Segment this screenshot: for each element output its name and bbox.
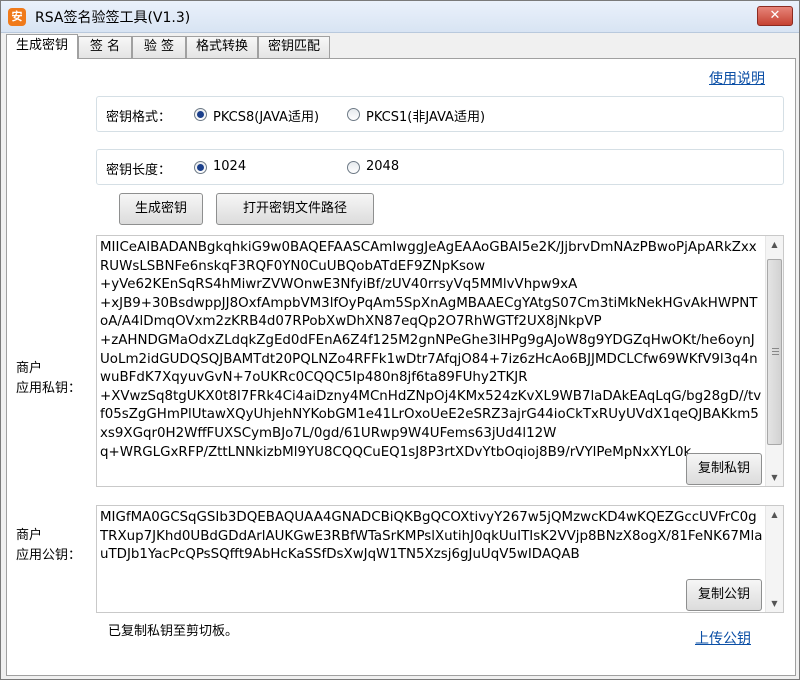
radio-pkcs1[interactable]: [347, 108, 360, 121]
copy-private-key-button[interactable]: 复制私钥: [686, 453, 762, 485]
generate-keys-panel: 使用说明 密钥格式： PKCS8(JAVA适用) PKCS1(非JAVA适用) …: [6, 58, 796, 676]
generate-keys-button[interactable]: 生成密钥: [119, 193, 203, 225]
scroll-up-icon[interactable]: ▲: [766, 506, 783, 523]
grip-icon: [772, 348, 779, 355]
scroll-down-icon[interactable]: ▼: [766, 595, 783, 612]
copy-public-key-button[interactable]: 复制公钥: [686, 579, 762, 611]
public-key-scrollbar[interactable]: ▲ ▼: [765, 506, 783, 612]
tab-key-match[interactable]: 密钥匹配: [258, 36, 330, 58]
help-link[interactable]: 使用说明: [709, 68, 765, 88]
key-format-label: 密钥格式：: [106, 110, 172, 125]
window-title: RSA签名验签工具(V1.3): [35, 10, 191, 26]
scroll-up-icon[interactable]: ▲: [766, 236, 783, 253]
key-format-group: 密钥格式： PKCS8(JAVA适用) PKCS1(非JAVA适用): [96, 96, 784, 132]
app-window: 安 RSA签名验签工具(V1.3) ✕ 生成密钥 签 名 验 签 格式转换 密钥…: [0, 0, 800, 680]
title-bar: 安 RSA签名验签工具(V1.3) ✕: [1, 1, 799, 33]
open-key-path-button[interactable]: 打开密钥文件路径: [216, 193, 374, 225]
radio-pkcs8-label[interactable]: PKCS8(JAVA适用): [213, 106, 319, 125]
app-icon: 安: [8, 8, 26, 26]
key-length-group: 密钥长度： 1024 2048: [96, 149, 784, 185]
tab-sign[interactable]: 签 名: [78, 36, 132, 58]
private-key-textarea[interactable]: MIICeAIBADANBgkqhkiG9w0BAQEFAASCAmIwggJe…: [96, 235, 784, 487]
private-key-scroll-thumb[interactable]: [767, 259, 782, 445]
upload-public-key-link[interactable]: 上传公钥: [695, 628, 751, 648]
radio-2048-label[interactable]: 2048: [366, 159, 399, 174]
public-key-value[interactable]: MIGfMA0GCSqGSIb3DQEBAQUAA4GNADCBiQKBgQCO…: [100, 509, 763, 609]
tab-format-convert[interactable]: 格式转换: [186, 36, 258, 58]
radio-1024[interactable]: [194, 161, 207, 174]
status-message: 已复制私钥至剪切板。: [108, 624, 239, 639]
radio-2048[interactable]: [347, 161, 360, 174]
private-key-label: 商户 应用私钥：: [16, 361, 82, 396]
tab-generate-keys[interactable]: 生成密钥: [6, 34, 78, 59]
tab-verify[interactable]: 验 签: [132, 36, 186, 58]
key-length-label: 密钥长度：: [106, 163, 172, 178]
private-key-value[interactable]: MIICeAIBADANBgkqhkiG9w0BAQEFAASCAmIwggJe…: [100, 239, 763, 483]
close-button[interactable]: ✕: [757, 6, 793, 26]
radio-pkcs1-label[interactable]: PKCS1(非JAVA适用): [366, 106, 485, 125]
public-key-label: 商户 应用公钥：: [16, 528, 82, 563]
private-key-scrollbar[interactable]: ▲ ▼: [765, 236, 783, 486]
scroll-down-icon[interactable]: ▼: [766, 469, 783, 486]
radio-pkcs8[interactable]: [194, 108, 207, 121]
radio-1024-label[interactable]: 1024: [213, 159, 246, 174]
public-key-textarea[interactable]: MIGfMA0GCSqGSIb3DQEBAQUAA4GNADCBiQKBgQCO…: [96, 505, 784, 613]
